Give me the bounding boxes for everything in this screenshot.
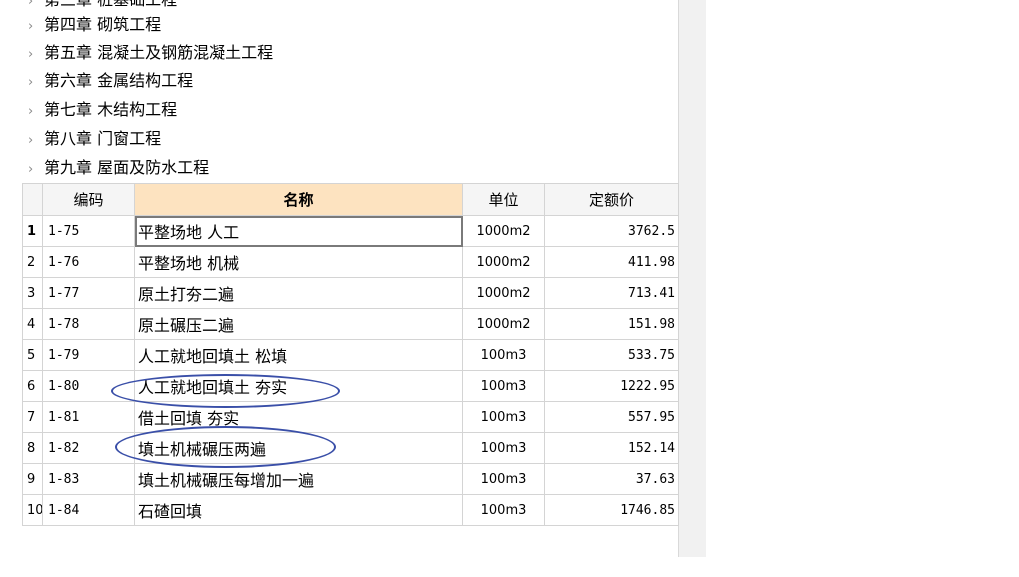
tree-item-label: 第九章 屋面及防水工程 bbox=[44, 158, 210, 177]
code-cell[interactable]: 1-84 bbox=[42, 494, 135, 526]
chevron-right-icon: › bbox=[28, 19, 34, 34]
table-row[interactable]: 7 1-81 借土回填 夯实 100m3 557.95 bbox=[22, 401, 679, 433]
price-cell[interactable]: 1222.95 bbox=[544, 370, 679, 402]
tree-item-chapter-4[interactable]: › 第四章 砌筑工程 bbox=[28, 11, 161, 39]
quota-table-panel: 编码 名称 单位 定额价 1 1-75 平整场地 人工 1000m2 3762.… bbox=[22, 183, 679, 557]
row-number: 7 bbox=[22, 401, 43, 433]
price-cell[interactable]: 713.41 bbox=[544, 277, 679, 309]
name-cell[interactable]: 原土碾压二遍 bbox=[134, 308, 463, 340]
table-row[interactable]: 5 1-79 人工就地回填土 松填 100m3 533.75 bbox=[22, 339, 679, 371]
row-number: 9 bbox=[22, 463, 43, 495]
tree-item-label: 第七章 木结构工程 bbox=[44, 100, 178, 119]
price-cell[interactable]: 411.98 bbox=[544, 246, 679, 278]
name-cell[interactable]: 平整场地 人工 bbox=[134, 215, 463, 247]
table-header-row: 编码 名称 单位 定额价 bbox=[22, 183, 679, 216]
header-name[interactable]: 名称 bbox=[134, 183, 463, 216]
chevron-right-icon: › bbox=[28, 104, 34, 119]
code-cell[interactable]: 1-75 bbox=[42, 215, 135, 247]
row-number: 1 bbox=[22, 215, 43, 247]
code-cell[interactable]: 1-78 bbox=[42, 308, 135, 340]
table-row[interactable]: 2 1-76 平整场地 机械 1000m2 411.98 bbox=[22, 246, 679, 278]
chevron-right-icon: › bbox=[28, 47, 34, 62]
row-number: 6 bbox=[22, 370, 43, 402]
unit-cell[interactable]: 1000m2 bbox=[462, 308, 545, 340]
price-cell[interactable]: 152.14 bbox=[544, 432, 679, 464]
annotation-ellipse-row-6 bbox=[111, 374, 340, 408]
tree-item-chapter-9[interactable]: › 第九章 屋面及防水工程 bbox=[28, 154, 209, 182]
tree-item-label: 第五章 混凝土及钢筋混凝土工程 bbox=[44, 43, 274, 62]
row-number: 3 bbox=[22, 277, 43, 309]
name-cell[interactable]: 平整场地 机械 bbox=[134, 246, 463, 278]
quota-table: 编码 名称 单位 定额价 1 1-75 平整场地 人工 1000m2 3762.… bbox=[22, 183, 679, 526]
price-cell[interactable]: 533.75 bbox=[544, 339, 679, 371]
tree-item-chapter-5[interactable]: › 第五章 混凝土及钢筋混凝土工程 bbox=[28, 39, 273, 67]
unit-cell[interactable]: 1000m2 bbox=[462, 215, 545, 247]
unit-cell[interactable]: 1000m2 bbox=[462, 246, 545, 278]
unit-cell[interactable]: 100m3 bbox=[462, 339, 545, 371]
tree-item-chapter-7[interactable]: › 第七章 木结构工程 bbox=[28, 96, 177, 124]
price-cell[interactable]: 1746.85 bbox=[544, 494, 679, 526]
row-number: 8 bbox=[22, 432, 43, 464]
tree-item-label: 第三章 桩基础工程 bbox=[44, 0, 177, 9]
name-cell[interactable]: 人工就地回填土 松填 bbox=[134, 339, 463, 371]
tree-item-label: 第六章 金属结构工程 bbox=[44, 71, 194, 90]
unit-cell[interactable]: 100m3 bbox=[462, 432, 545, 464]
chapter-tree: › 第三章 桩基础工程 › 第四章 砌筑工程 › 第五章 混凝土及钢筋混凝土工程 › 第… bbox=[22, 0, 678, 183]
price-cell[interactable]: 37.63 bbox=[544, 463, 679, 495]
chevron-right-icon: › bbox=[28, 162, 34, 177]
price-cell[interactable]: 151.98 bbox=[544, 308, 679, 340]
row-number: 5 bbox=[22, 339, 43, 371]
unit-cell[interactable]: 1000m2 bbox=[462, 277, 545, 309]
table-row[interactable]: 9 1-83 填土机械碾压每增加一遍 100m3 37.63 bbox=[22, 463, 679, 495]
name-cell[interactable]: 填土机械碾压每增加一遍 bbox=[134, 463, 463, 495]
name-cell[interactable]: 石碴回填 bbox=[134, 494, 463, 526]
code-cell[interactable]: 1-77 bbox=[42, 277, 135, 309]
unit-cell[interactable]: 100m3 bbox=[462, 494, 545, 526]
unit-cell[interactable]: 100m3 bbox=[462, 370, 545, 402]
annotation-ellipse-row-8 bbox=[115, 426, 336, 468]
chevron-right-icon: › bbox=[28, 133, 34, 148]
row-number: 2 bbox=[22, 246, 43, 278]
code-cell[interactable]: 1-76 bbox=[42, 246, 135, 278]
code-cell[interactable]: 1-83 bbox=[42, 463, 135, 495]
tree-item-label: 第四章 砌筑工程 bbox=[44, 15, 162, 34]
header-price[interactable]: 定额价 bbox=[544, 183, 679, 216]
tree-item-label: 第八章 门窗工程 bbox=[44, 129, 162, 148]
tree-item-chapter-8[interactable]: › 第八章 门窗工程 bbox=[28, 125, 161, 153]
code-cell[interactable]: 1-81 bbox=[42, 401, 135, 433]
header-code[interactable]: 编码 bbox=[42, 183, 135, 216]
right-divider-panel bbox=[678, 0, 706, 557]
table-row[interactable]: 10 1-84 石碴回填 100m3 1746.85 bbox=[22, 494, 679, 526]
price-cell[interactable]: 3762.5 bbox=[544, 215, 679, 247]
unit-cell[interactable]: 100m3 bbox=[462, 401, 545, 433]
tree-item-chapter-6[interactable]: › 第六章 金属结构工程 bbox=[28, 67, 193, 95]
code-cell[interactable]: 1-79 bbox=[42, 339, 135, 371]
chevron-right-icon: › bbox=[28, 75, 34, 90]
header-rownum bbox=[22, 183, 43, 216]
row-number: 10 bbox=[22, 494, 43, 526]
header-unit[interactable]: 单位 bbox=[462, 183, 545, 216]
table-row[interactable]: 3 1-77 原土打夯二遍 1000m2 713.41 bbox=[22, 277, 679, 309]
table-row[interactable]: 4 1-78 原土碾压二遍 1000m2 151.98 bbox=[22, 308, 679, 340]
table-row[interactable]: 1 1-75 平整场地 人工 1000m2 3762.5 bbox=[22, 215, 679, 247]
row-number: 4 bbox=[22, 308, 43, 340]
price-cell[interactable]: 557.95 bbox=[544, 401, 679, 433]
unit-cell[interactable]: 100m3 bbox=[462, 463, 545, 495]
name-cell[interactable]: 原土打夯二遍 bbox=[134, 277, 463, 309]
